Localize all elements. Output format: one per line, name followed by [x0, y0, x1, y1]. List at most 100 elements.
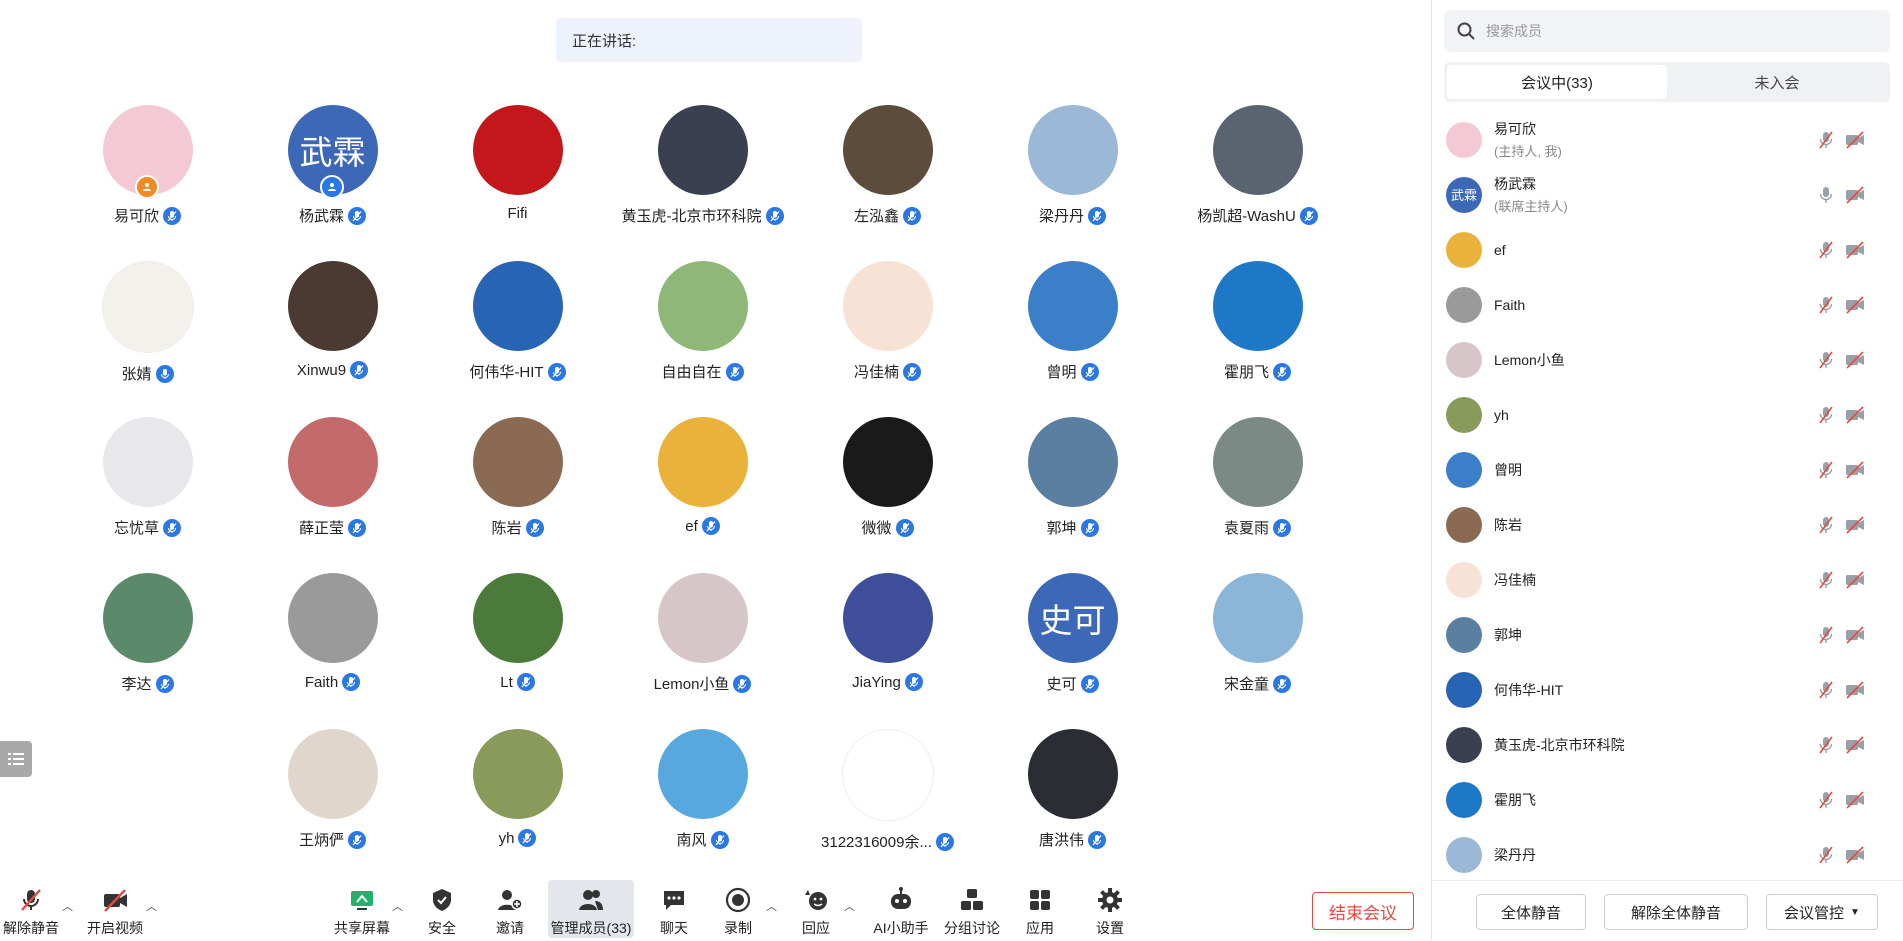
video-off-icon[interactable] — [1844, 680, 1866, 700]
participant-tile[interactable]: 左泓鑫 — [795, 105, 980, 261]
participant-tile[interactable]: 微微 — [795, 417, 980, 573]
participant-tile[interactable]: 李达 — [55, 573, 240, 729]
video-off-icon[interactable] — [1844, 130, 1866, 150]
participant-tile[interactable]: 忘忧草 — [55, 417, 240, 573]
member-row[interactable]: 梁丹丹 — [1432, 827, 1903, 874]
participant-tile[interactable]: 陈岩 — [425, 417, 610, 573]
meeting-control-dropdown[interactable]: 会议管控 ▼ — [1766, 894, 1878, 930]
participant-tile[interactable]: Lt — [425, 573, 610, 729]
mute-all-button[interactable]: 全体静音 — [1476, 894, 1586, 930]
video-off-icon[interactable] — [1844, 295, 1866, 315]
settings-button[interactable]: 设置 — [1086, 880, 1134, 938]
record-button[interactable]: 录制 — [714, 880, 762, 938]
video-off-icon[interactable] — [1844, 625, 1866, 645]
share-screen-button[interactable]: 共享屏幕 — [330, 880, 394, 938]
muted-mic-icon[interactable] — [1816, 130, 1836, 150]
end-meeting-button[interactable]: 结束会议 — [1312, 892, 1414, 930]
video-off-icon[interactable] — [1844, 515, 1866, 535]
participant-tile[interactable]: 自由自在 — [610, 261, 795, 417]
participant-tile[interactable]: 唐洪伟 — [980, 729, 1165, 885]
video-off-icon[interactable] — [1844, 735, 1866, 755]
member-row[interactable]: 黄玉虎-北京市环科院 — [1432, 717, 1903, 772]
participant-tile[interactable]: ef — [610, 417, 795, 573]
video-off-icon[interactable] — [1844, 350, 1866, 370]
video-off-icon[interactable] — [1844, 570, 1866, 590]
participant-tile[interactable]: 王炳俨 — [240, 729, 425, 885]
participant-tile[interactable]: Xinwu9 — [240, 261, 425, 417]
participant-tile[interactable]: 冯佳楠 — [795, 261, 980, 417]
muted-mic-icon[interactable] — [1816, 735, 1836, 755]
muted-mic-icon[interactable] — [1816, 295, 1836, 315]
side-list-toggle-button[interactable] — [0, 741, 32, 777]
member-row[interactable]: Faith — [1432, 277, 1903, 332]
participant-tile[interactable]: 张婧 — [55, 261, 240, 417]
participant-tile[interactable]: 黄玉虎-北京市环科院 — [610, 105, 795, 261]
participant-tile[interactable]: 南风 — [610, 729, 795, 885]
member-row[interactable]: 武霖 杨武霖 (联席主持人) — [1432, 167, 1903, 222]
participant-tile[interactable]: yh — [425, 729, 610, 885]
member-row[interactable]: ef — [1432, 222, 1903, 277]
start-video-button[interactable]: 开启视频 — [84, 880, 146, 938]
muted-mic-icon[interactable] — [1816, 625, 1836, 645]
video-off-icon[interactable] — [1844, 240, 1866, 260]
participant-tile[interactable]: Lemon小鱼 — [610, 573, 795, 729]
muted-mic-icon[interactable] — [1816, 240, 1836, 260]
react-button[interactable]: 回应 — [792, 880, 840, 938]
invite-button[interactable]: 邀请 — [486, 880, 534, 938]
share-options-chevron-icon[interactable]: ︿ — [392, 898, 403, 914]
participant-tile[interactable]: Fifi — [425, 105, 610, 261]
participant-tile[interactable]: 袁夏雨 — [1165, 417, 1350, 573]
member-row[interactable]: 冯佳楠 — [1432, 552, 1903, 607]
ai-assistant-button[interactable]: AI小助手 — [868, 880, 934, 938]
member-row[interactable]: 霍朋飞 — [1432, 772, 1903, 827]
participant-tile[interactable]: 武霖 杨武霖 — [240, 105, 425, 261]
muted-mic-icon[interactable] — [1816, 460, 1836, 480]
participant-tile[interactable]: 杨凯超-WashU — [1165, 105, 1350, 261]
participant-tile[interactable]: Faith — [240, 573, 425, 729]
video-options-chevron-icon[interactable]: ︿ — [146, 898, 157, 914]
participant-tile[interactable]: 霍朋飞 — [1165, 261, 1350, 417]
manage-members-button[interactable]: 管理成员(33) — [548, 880, 634, 938]
member-row[interactable]: 曾明 — [1432, 442, 1903, 497]
video-off-icon[interactable] — [1844, 790, 1866, 810]
participant-tile[interactable]: JiaYing — [795, 573, 980, 729]
muted-mic-icon[interactable] — [1816, 515, 1836, 535]
record-options-chevron-icon[interactable]: ︿ — [766, 898, 777, 914]
unmute-button[interactable]: 解除静音 — [0, 880, 62, 938]
member-search-input[interactable]: 搜索成员 — [1444, 10, 1890, 52]
member-row[interactable]: 何伟华-HIT — [1432, 662, 1903, 717]
muted-mic-icon[interactable] — [1816, 790, 1836, 810]
member-row[interactable]: 陈岩 — [1432, 497, 1903, 552]
muted-mic-icon[interactable] — [1816, 680, 1836, 700]
mic-icon[interactable] — [1816, 185, 1836, 205]
participant-tile[interactable]: 史可 史可 — [980, 573, 1165, 729]
video-off-icon[interactable] — [1844, 185, 1866, 205]
video-off-icon[interactable] — [1844, 405, 1866, 425]
tab-not-joined[interactable]: 未入会 — [1667, 65, 1887, 99]
participant-tile[interactable]: 3122316009余... — [795, 729, 980, 885]
muted-mic-icon[interactable] — [1816, 570, 1836, 590]
apps-button[interactable]: 应用 — [1016, 880, 1064, 938]
participant-tile[interactable]: 梁丹丹 — [980, 105, 1165, 261]
member-row[interactable]: 郭坤 — [1432, 607, 1903, 662]
participant-tile[interactable]: 薛正莹 — [240, 417, 425, 573]
muted-mic-icon[interactable] — [1816, 405, 1836, 425]
chat-button[interactable]: 聊天 — [650, 880, 698, 938]
muted-mic-icon[interactable] — [1816, 350, 1836, 370]
participant-tile[interactable]: 易可欣 — [55, 105, 240, 261]
participant-tile[interactable]: 郭坤 — [980, 417, 1165, 573]
unmute-all-button[interactable]: 解除全体静音 — [1604, 894, 1748, 930]
audio-options-chevron-icon[interactable]: ︿ — [62, 898, 73, 914]
muted-mic-icon[interactable] — [1816, 845, 1836, 865]
member-row[interactable]: yh — [1432, 387, 1903, 442]
member-row[interactable]: 易可欣 (主持人, 我) — [1432, 112, 1903, 167]
tab-in-meeting[interactable]: 会议中(33) — [1447, 65, 1667, 99]
react-options-chevron-icon[interactable]: ︿ — [844, 898, 855, 914]
participant-tile[interactable]: 曾明 — [980, 261, 1165, 417]
breakout-button[interactable]: 分组讨论 — [942, 880, 1002, 938]
member-row[interactable]: Lemon小鱼 — [1432, 332, 1903, 387]
video-off-icon[interactable] — [1844, 845, 1866, 865]
security-button[interactable]: 安全 — [418, 880, 466, 938]
participant-tile[interactable]: 何伟华-HIT — [425, 261, 610, 417]
video-off-icon[interactable] — [1844, 460, 1866, 480]
